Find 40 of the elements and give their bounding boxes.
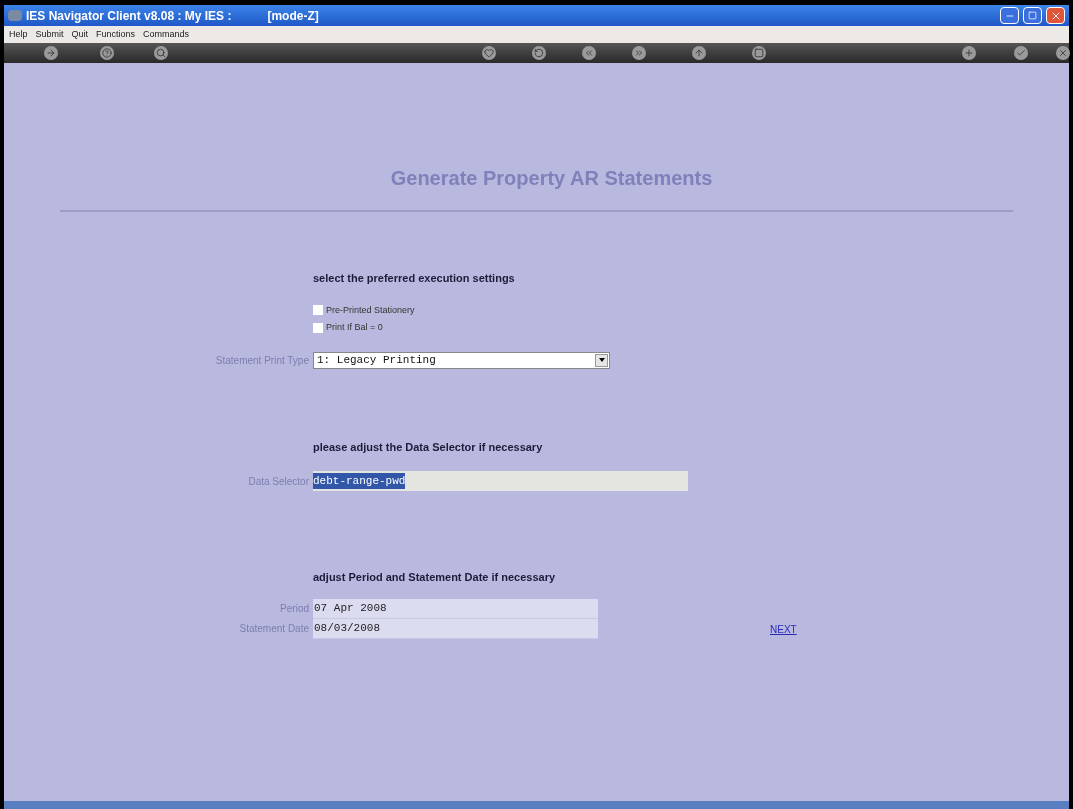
caret-icon xyxy=(595,353,608,367)
next-link[interactable]: NEXT xyxy=(770,621,797,637)
square-icon[interactable] xyxy=(752,46,766,60)
data-selector-field[interactable]: debt-range-pwd xyxy=(313,471,688,491)
double-right-icon[interactable] xyxy=(632,46,646,60)
window-mode: [mode-Z] xyxy=(267,7,319,25)
app-icon xyxy=(8,10,22,21)
page-title: Generate Property AR Statements xyxy=(389,166,714,191)
date-field[interactable]: 07 Apr 2008 xyxy=(313,598,598,619)
undo-icon[interactable] xyxy=(532,46,546,60)
menu-item[interactable]: Help xyxy=(9,27,28,42)
close-icon[interactable] xyxy=(1056,46,1070,60)
field-label: Data Selector xyxy=(247,474,310,489)
checkbox[interactable] xyxy=(313,322,323,333)
search-icon[interactable] xyxy=(154,46,168,60)
menu-item[interactable]: Submit xyxy=(35,27,64,42)
menu-item[interactable]: Quit xyxy=(71,27,89,42)
checkbox-label: Print If Bal = 0 xyxy=(326,321,383,334)
print-type-dropdown[interactable]: 1: Legacy Printing xyxy=(313,351,610,369)
double-left-icon[interactable] xyxy=(582,46,596,60)
field-label: Statement Print Type xyxy=(214,353,310,368)
check-icon[interactable] xyxy=(1014,46,1028,60)
close-button[interactable] xyxy=(1046,7,1065,24)
window-title: IES Navigator Client v8.08 : My IES : xyxy=(26,7,232,25)
plus-icon[interactable] xyxy=(962,46,976,60)
section-heading: please adjust the Data Selector if necessary xyxy=(312,439,544,455)
date-field[interactable]: 08/03/2008 xyxy=(313,618,598,639)
maximize-button[interactable] xyxy=(1023,7,1042,24)
heart-icon[interactable] xyxy=(482,46,496,60)
maximize-icon xyxy=(1028,11,1037,20)
section-heading: select the preferred execution settings xyxy=(313,271,516,286)
menu-item[interactable]: Commands xyxy=(143,27,190,42)
section-heading: adjust Period and Statement Date if necessary xyxy=(312,570,557,585)
field-label: Statement Date xyxy=(238,622,310,636)
field-label: Period xyxy=(279,602,310,616)
menu-item[interactable]: Functions xyxy=(96,27,136,42)
checkbox-label: Pre-Printed Stationery xyxy=(326,303,415,317)
checkbox[interactable] xyxy=(313,305,323,316)
minimize-button[interactable] xyxy=(1000,7,1019,24)
help-icon[interactable] xyxy=(100,46,114,60)
